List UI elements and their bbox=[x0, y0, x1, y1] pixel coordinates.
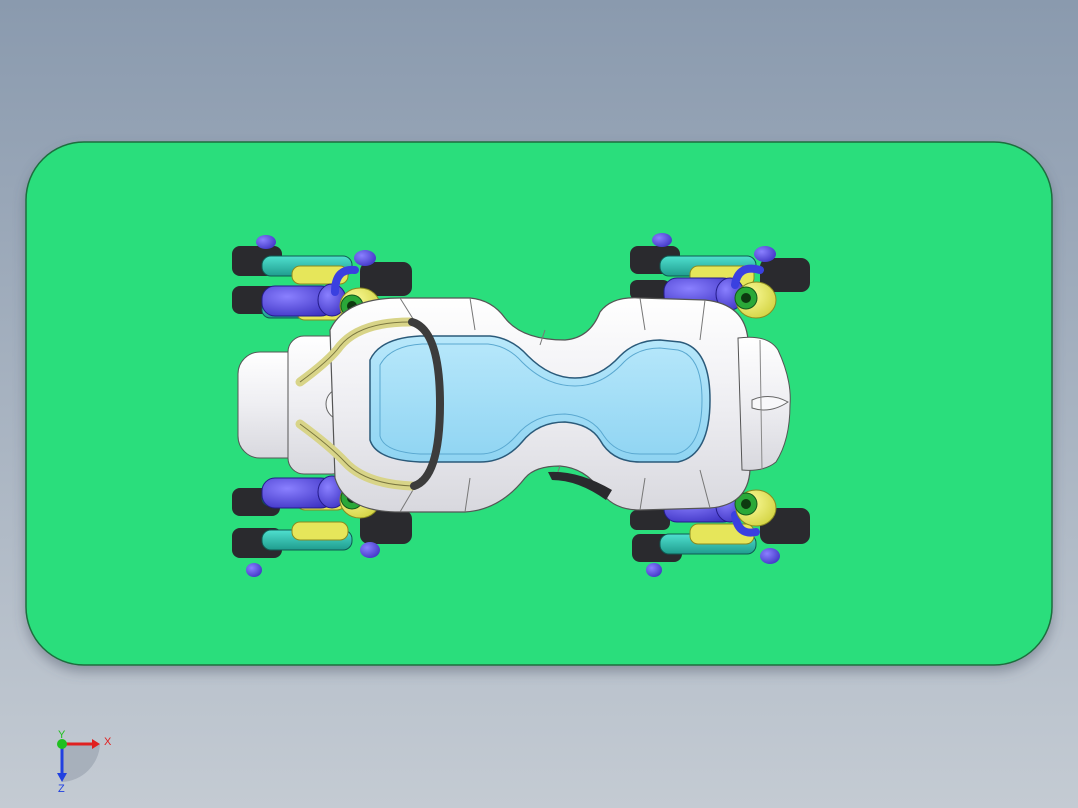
y-axis-label: Y bbox=[58, 729, 66, 741]
z-axis-label: Z bbox=[58, 783, 65, 795]
orientation-triad: X Y Z bbox=[57, 729, 112, 795]
x-axis-label: X bbox=[104, 736, 112, 748]
graphics-viewport[interactable]: X Y Z bbox=[0, 0, 1078, 808]
